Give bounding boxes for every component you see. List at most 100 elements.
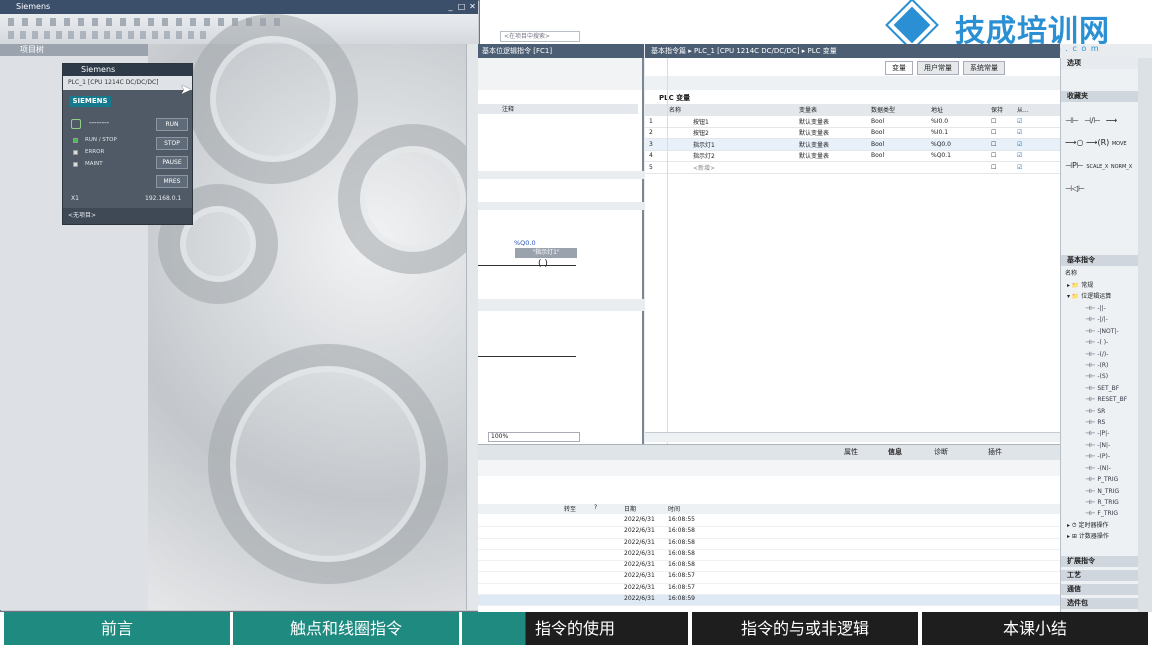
instruction-item[interactable]: ⊣⊢ -( )- [1061, 337, 1139, 348]
plc-tags-tab[interactable]: 基本指令篇 ▸ PLC_1 [CPU 1214C DC/DC/DC] ▸ PLC… [645, 44, 1060, 58]
instruction-icon: ⊣⊢ [1085, 430, 1098, 438]
tab-properties[interactable]: 属性 [844, 447, 858, 457]
table-row[interactable]: 3 指示灯1 默认变量表 Bool %Q0.0 ☐ ☑ [645, 138, 1060, 151]
instruction-item[interactable]: ⊣⊢ -|N|- [1061, 440, 1139, 451]
instruction-icon: ⊣⊢ [1085, 407, 1098, 415]
col-type: 数据类型 [867, 104, 927, 116]
tags-toolbar [645, 76, 1060, 90]
section-communication[interactable]: 通信 [1061, 584, 1138, 595]
log-row[interactable]: 2022/6/31 16:08:57 [478, 572, 1060, 584]
tags-table: 名称 变量表 数据类型 地址 保持 从... 1 按钮1 默认变量表 Bool %I0.… [645, 104, 1060, 174]
basic-instructions-header[interactable]: 基本指令 [1061, 255, 1138, 266]
instruction-icon: ⊣⊢ [1085, 362, 1098, 370]
instruction-item[interactable]: ⊣⊢ -(S) [1061, 371, 1139, 382]
table-row[interactable]: 1 按钮1 默认变量表 Bool %I0.0 ☐ ☑ [645, 115, 1060, 128]
log-header: 转至 ? 日期 时间 [478, 504, 1060, 514]
tags-table-title: PLC 变量 [659, 94, 691, 102]
table-row[interactable]: 2 按钮2 默认变量表 Bool %I0.1 ☐ ☑ [645, 127, 1060, 139]
project-search-input[interactable]: <在项目中搜索> [500, 31, 580, 42]
tab-tags[interactable]: 变量 [885, 61, 913, 75]
instruction-icon: ⊣⊢ [1085, 384, 1098, 392]
pause-button[interactable]: PAUSE [156, 156, 188, 169]
coil-tag-name: "指示灯1" [515, 248, 577, 258]
tab-info[interactable]: 信息 [888, 447, 902, 457]
section-optional[interactable]: 选件包 [1061, 598, 1138, 609]
led-run-stop-label: RUN / STOP [85, 137, 117, 143]
favorites-header[interactable]: 收藏夹 [1061, 91, 1138, 102]
nav-contacts-coils[interactable]: 触点和线圈指令 [233, 612, 459, 645]
nav-instruction-usage[interactable]: 指令的使用 [462, 612, 688, 645]
panel-title: Siemens [63, 64, 192, 76]
comment-column-header: 注释 [478, 104, 638, 114]
instruction-item[interactable]: ⊣⊢ -|NOT|- [1061, 326, 1139, 337]
instruction-item[interactable]: ⊣⊢ -(P)- [1061, 451, 1139, 462]
instruction-icon: ⊣⊢ [1085, 476, 1098, 484]
instruction-item[interactable]: ⊣⊢ RESET_BF [1061, 394, 1139, 405]
instruction-icon: ⊣⊢ [1085, 316, 1098, 324]
run-button[interactable]: RUN [156, 118, 188, 131]
table-row[interactable]: 4 指示灯2 默认变量表 Bool %Q0.1 ☐ ☑ [645, 150, 1060, 162]
instruction-item[interactable]: ⊣⊢ P_TRIG [1061, 474, 1139, 485]
instruction-item[interactable]: ⊣⊢ RS [1061, 417, 1139, 428]
log-row[interactable]: 2022/6/31 16:08:58 [478, 527, 1060, 539]
tab-user-constants[interactable]: 用户常量 [917, 61, 959, 75]
instruction-icon: ⊣⊢ [1085, 464, 1098, 472]
instruction-item[interactable]: ⊣⊢ -(R) [1061, 360, 1139, 371]
nav-summary[interactable]: 本课小结 [922, 612, 1148, 645]
nav-and-or-not[interactable]: 指令的与或非逻辑 [692, 612, 918, 645]
instruction-icon: ⊣⊢ [1085, 419, 1098, 427]
instruction-item[interactable]: ⊣⊢ -|/|- [1061, 314, 1139, 325]
vertical-scrollbar[interactable] [466, 44, 478, 610]
instruction-item[interactable]: ⊣⊢ -(N)- [1061, 463, 1139, 474]
log-row[interactable]: 2022/6/31 16:08:59 [478, 595, 1060, 607]
instruction-icon: ⊣⊢ [1085, 327, 1098, 335]
simulator-titlebar: Siemens _ □ ✕ [0, 0, 478, 14]
name-column: 名称 [1065, 270, 1078, 277]
minimize-icon[interactable]: _ [446, 2, 455, 11]
tab-plugins[interactable]: 插件 [988, 447, 1002, 457]
instruction-item[interactable]: ⊣⊢ -|P|- [1061, 428, 1139, 439]
instruction-item[interactable]: ⊣⊢ -||- [1061, 303, 1139, 314]
instruction-item[interactable]: ⊣⊢ SR [1061, 406, 1139, 417]
window-title: Siemens [16, 2, 51, 11]
tab-diagnostics[interactable]: 诊断 [934, 447, 948, 457]
section-technology[interactable]: 工艺 [1061, 570, 1138, 581]
horizontal-scrollbar[interactable] [645, 432, 1060, 442]
col-table: 变量表 [795, 104, 867, 116]
fc1-editor-tab[interactable]: 基本位逻辑指令 [FC1] [478, 44, 644, 58]
inspector-tabs: 属性 信息 诊断 插件 [478, 444, 1060, 460]
stop-button[interactable]: STOP [156, 137, 188, 150]
instruction-item[interactable]: ⊣⊢ SET_BF [1061, 383, 1139, 394]
instruction-item[interactable]: ⊣⊢ F_TRIG [1061, 508, 1139, 519]
ip-address: 192.168.0.1 [145, 195, 182, 202]
log-row[interactable]: 2022/6/31 16:08:55 [478, 516, 1060, 528]
col-address: 地址 [927, 104, 987, 116]
fc1-editor: 注释 %Q0.0 "指示灯1" ( ) 100% [478, 58, 644, 444]
vertical-task-tabs[interactable] [1138, 58, 1152, 612]
mres-button[interactable]: MRES [156, 175, 188, 188]
instruction-icon: ⊣⊢ [1085, 510, 1098, 518]
close-icon[interactable]: ✕ [468, 2, 477, 11]
coil-address: %Q0.0 [514, 239, 536, 247]
instruction-icon: ⊣⊢ [1085, 396, 1098, 404]
instruction-item[interactable]: ⊣⊢ N_TRIG [1061, 486, 1139, 497]
maximize-icon[interactable]: □ [457, 2, 466, 11]
log-row[interactable]: 2022/6/31 16:08:57 [478, 584, 1060, 596]
instruction-item[interactable]: ⊣⊢ R_TRIG [1061, 497, 1139, 508]
gear-background [148, 14, 488, 610]
col-retain: 保持 [987, 104, 1013, 116]
ladder-rung [478, 265, 576, 266]
tab-system-constants[interactable]: 系统常量 [963, 61, 1005, 75]
section-extended[interactable]: 扩展指令 [1061, 556, 1138, 567]
instruction-item[interactable]: ⊣⊢ -(/)- [1061, 349, 1139, 360]
instruction-icon: ⊣⊢ [1085, 441, 1098, 449]
log-row[interactable]: 2022/6/31 16:08:58 [478, 539, 1060, 550]
log-row[interactable]: 2022/6/31 16:08:58 [478, 550, 1060, 562]
course-nav: 前言 触点和线圈指令 指令的使用 指令的与或非逻辑 本课小结 [0, 612, 1152, 648]
table-row[interactable]: 5 <新增> ☐ ☑ [645, 161, 1060, 174]
instructions-pane: 选项 收藏夹 ⊣⊢ ⊣/⊢ ⟶ ⟶○ ⟶(R) MOVE ⊣P⊢ SCALE_X N… [1060, 58, 1138, 612]
col-name: 名称 [665, 104, 795, 116]
nav-intro[interactable]: 前言 [4, 612, 230, 645]
log-row[interactable]: 2022/6/31 16:08:58 [478, 561, 1060, 573]
zoom-select[interactable]: 100% [488, 432, 580, 442]
